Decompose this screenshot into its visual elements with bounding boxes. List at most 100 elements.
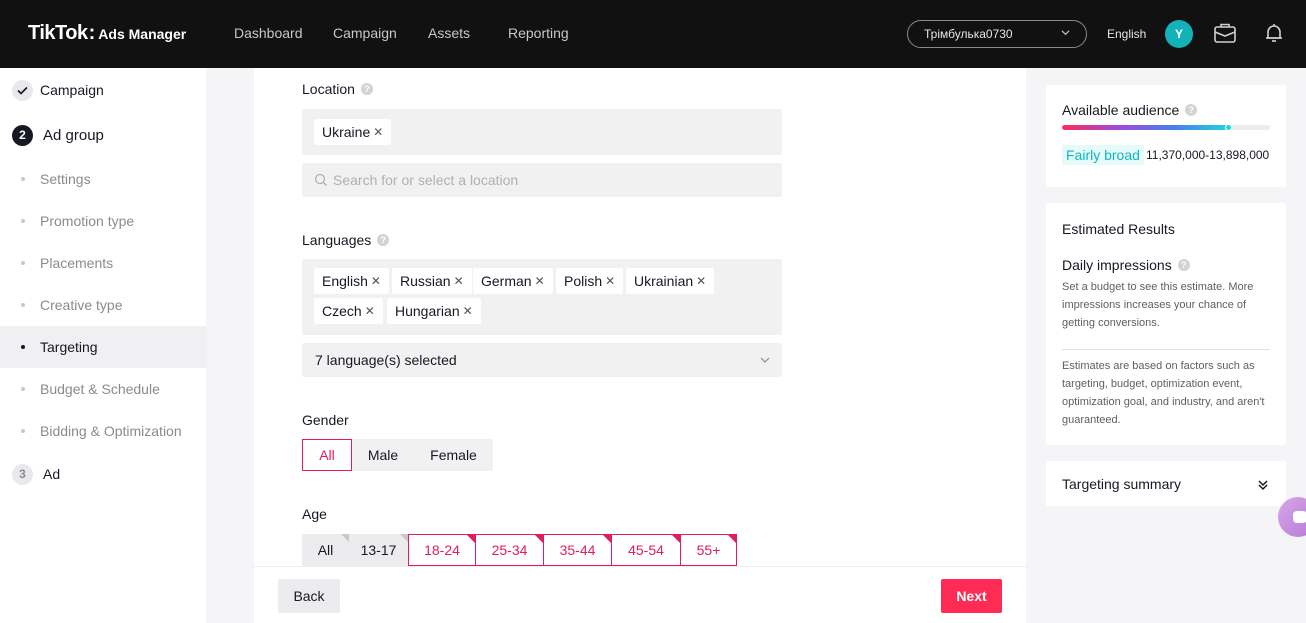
chat-bubble-shape: [1293, 511, 1306, 523]
next-button[interactable]: Next: [941, 579, 1002, 613]
audience-meter-fill: [1062, 125, 1229, 130]
age-option-45-54[interactable]: 45-54: [611, 534, 681, 566]
sidebar-item-settings[interactable]: Settings: [0, 158, 206, 200]
languages-select[interactable]: 7 language(s) selected: [302, 343, 782, 377]
briefcase-icon[interactable]: [1213, 21, 1237, 45]
targeting-form: Location ? Ukraine ✕ Search for or select…: [254, 68, 1026, 623]
step-ad[interactable]: 3 Ad: [0, 454, 206, 494]
chat-bubble-icon[interactable]: [1278, 497, 1306, 537]
age-option-55-plus[interactable]: 55+: [680, 534, 737, 566]
gender-segmented-control: All Male Female: [302, 439, 493, 471]
targeting-summary-card[interactable]: Targeting summary: [1046, 461, 1286, 506]
sidebar-item-placements[interactable]: Placements: [0, 242, 206, 284]
age-option-25-34[interactable]: 25-34: [475, 534, 544, 566]
languages-label: Languages ?: [302, 232, 390, 248]
question-circle-icon[interactable]: ?: [1185, 104, 1198, 116]
sidebar-item-creative-type[interactable]: Creative type: [0, 284, 206, 326]
corner-marker: [467, 535, 475, 543]
language-tag: Russian ✕: [392, 268, 472, 294]
location-search-input[interactable]: Search for or select a location: [302, 163, 782, 197]
sidebar-item-targeting[interactable]: Targeting: [0, 326, 206, 368]
question-circle-icon[interactable]: ?: [377, 234, 390, 246]
account-selector[interactable]: Трімбулька0730: [907, 20, 1087, 48]
close-icon[interactable]: ✕: [535, 274, 545, 288]
close-icon[interactable]: ✕: [371, 274, 381, 288]
sidebar-item-label: Creative type: [40, 297, 123, 313]
age-option-13-17[interactable]: 13-17: [349, 534, 408, 566]
question-circle-icon[interactable]: ?: [360, 83, 373, 95]
gender-female-option[interactable]: Female: [414, 439, 493, 471]
nav-dashboard[interactable]: Dashboard: [234, 25, 303, 41]
language-tag: Ukrainian ✕: [626, 268, 715, 294]
step-number-badge: 3: [12, 463, 33, 485]
step-campaign[interactable]: Campaign: [0, 70, 206, 110]
location-label: Location ?: [302, 81, 373, 97]
back-button[interactable]: Back: [278, 579, 340, 613]
left-sidebar-steps: Campaign 2 Ad group Settings Promotion t…: [0, 68, 206, 623]
bullet-dot: [21, 303, 25, 307]
check-icon: [12, 79, 33, 101]
close-icon[interactable]: ✕: [605, 274, 615, 288]
location-tags-box[interactable]: Ukraine ✕: [302, 109, 782, 155]
close-icon[interactable]: ✕: [696, 274, 706, 288]
tiktok-ads-manager-logo[interactable]: TikTok : Ads Manager: [28, 22, 186, 45]
age-option-35-44[interactable]: 35-44: [543, 534, 612, 566]
step-ad-group[interactable]: 2 Ad group: [0, 115, 206, 155]
audience-meter: [1062, 125, 1270, 130]
search-icon: [314, 173, 327, 186]
corner-marker: [728, 535, 736, 543]
corner-marker: [603, 535, 611, 543]
close-icon[interactable]: ✕: [454, 274, 464, 288]
estimated-results-title: Estimated Results: [1062, 221, 1175, 237]
chevron-down-icon: [760, 357, 770, 363]
bullet-dot: [21, 219, 25, 223]
step-number-badge: 2: [12, 124, 33, 146]
sidebar-item-promotion-type[interactable]: Promotion type: [0, 200, 206, 242]
form-footer: Back Next: [254, 566, 1026, 623]
sidebar-item-label: Budget & Schedule: [40, 381, 160, 397]
step-ad-group-label: Ad group: [43, 126, 104, 144]
language-tag: Hungarian ✕: [387, 298, 481, 324]
age-segmented-control: All 13-17 18-24 25-34 35-44 45-54 55+: [302, 534, 737, 566]
age-label: Age: [302, 506, 327, 522]
sidebar-item-label: Promotion type: [40, 213, 135, 229]
language-tag: Czech ✕: [314, 298, 383, 324]
language-switcher[interactable]: English: [1107, 27, 1146, 41]
corner-marker: [672, 535, 680, 543]
sidebar-item-label: Targeting: [40, 339, 98, 355]
nav-campaign[interactable]: Campaign: [333, 25, 397, 41]
gender-all-option[interactable]: All: [302, 439, 352, 471]
step-ad-label: Ad: [43, 466, 61, 482]
close-icon[interactable]: ✕: [463, 304, 473, 318]
targeting-summary-title: Targeting summary: [1062, 476, 1182, 492]
sidebar-item-label: Bidding & Optimization: [40, 423, 182, 439]
avatar[interactable]: Y: [1165, 20, 1193, 48]
audience-size-range: 11,370,000-13,898,000: [1146, 148, 1270, 162]
bell-icon[interactable]: [1262, 21, 1286, 45]
divider: [1062, 349, 1270, 350]
nav-reporting[interactable]: Reporting: [508, 25, 569, 41]
nav-assets[interactable]: Assets: [428, 25, 470, 41]
bullet-dot: [21, 261, 25, 265]
language-tag: German ✕: [473, 268, 553, 294]
sidebar-item-budget-schedule[interactable]: Budget & Schedule: [0, 368, 206, 410]
gender-male-option[interactable]: Male: [352, 439, 414, 471]
language-tags-box[interactable]: English ✕ Russian ✕ German ✕ Polish ✕ Ukrain…: [302, 259, 782, 335]
sidebar-item-bidding-optimization[interactable]: Bidding & Optimization: [0, 410, 206, 452]
daily-impressions-label: Daily impressions ?: [1062, 257, 1190, 273]
age-option-all[interactable]: All: [302, 534, 349, 566]
corner-marker: [535, 535, 543, 543]
double-chevron-down-icon[interactable]: [1257, 479, 1269, 491]
close-icon[interactable]: ✕: [373, 125, 383, 139]
language-tag: English ✕: [314, 268, 389, 294]
search-placeholder: Search for or select a location: [333, 172, 519, 188]
top-navigation-bar: TikTok : Ads Manager Dashboard Campaign …: [0, 0, 1306, 68]
account-name: Трімбулька0730: [924, 27, 1013, 41]
question-circle-icon[interactable]: ?: [1177, 259, 1190, 271]
available-audience-card: Available audience ? Fairly broad 11,370…: [1046, 85, 1286, 187]
close-icon[interactable]: ✕: [365, 304, 375, 318]
bullet-dot: [21, 429, 25, 433]
daily-impressions-description: Set a budget to see this estimate. More …: [1062, 281, 1254, 329]
age-option-18-24[interactable]: 18-24: [408, 534, 476, 566]
sidebar-item-label: Settings: [40, 171, 91, 187]
